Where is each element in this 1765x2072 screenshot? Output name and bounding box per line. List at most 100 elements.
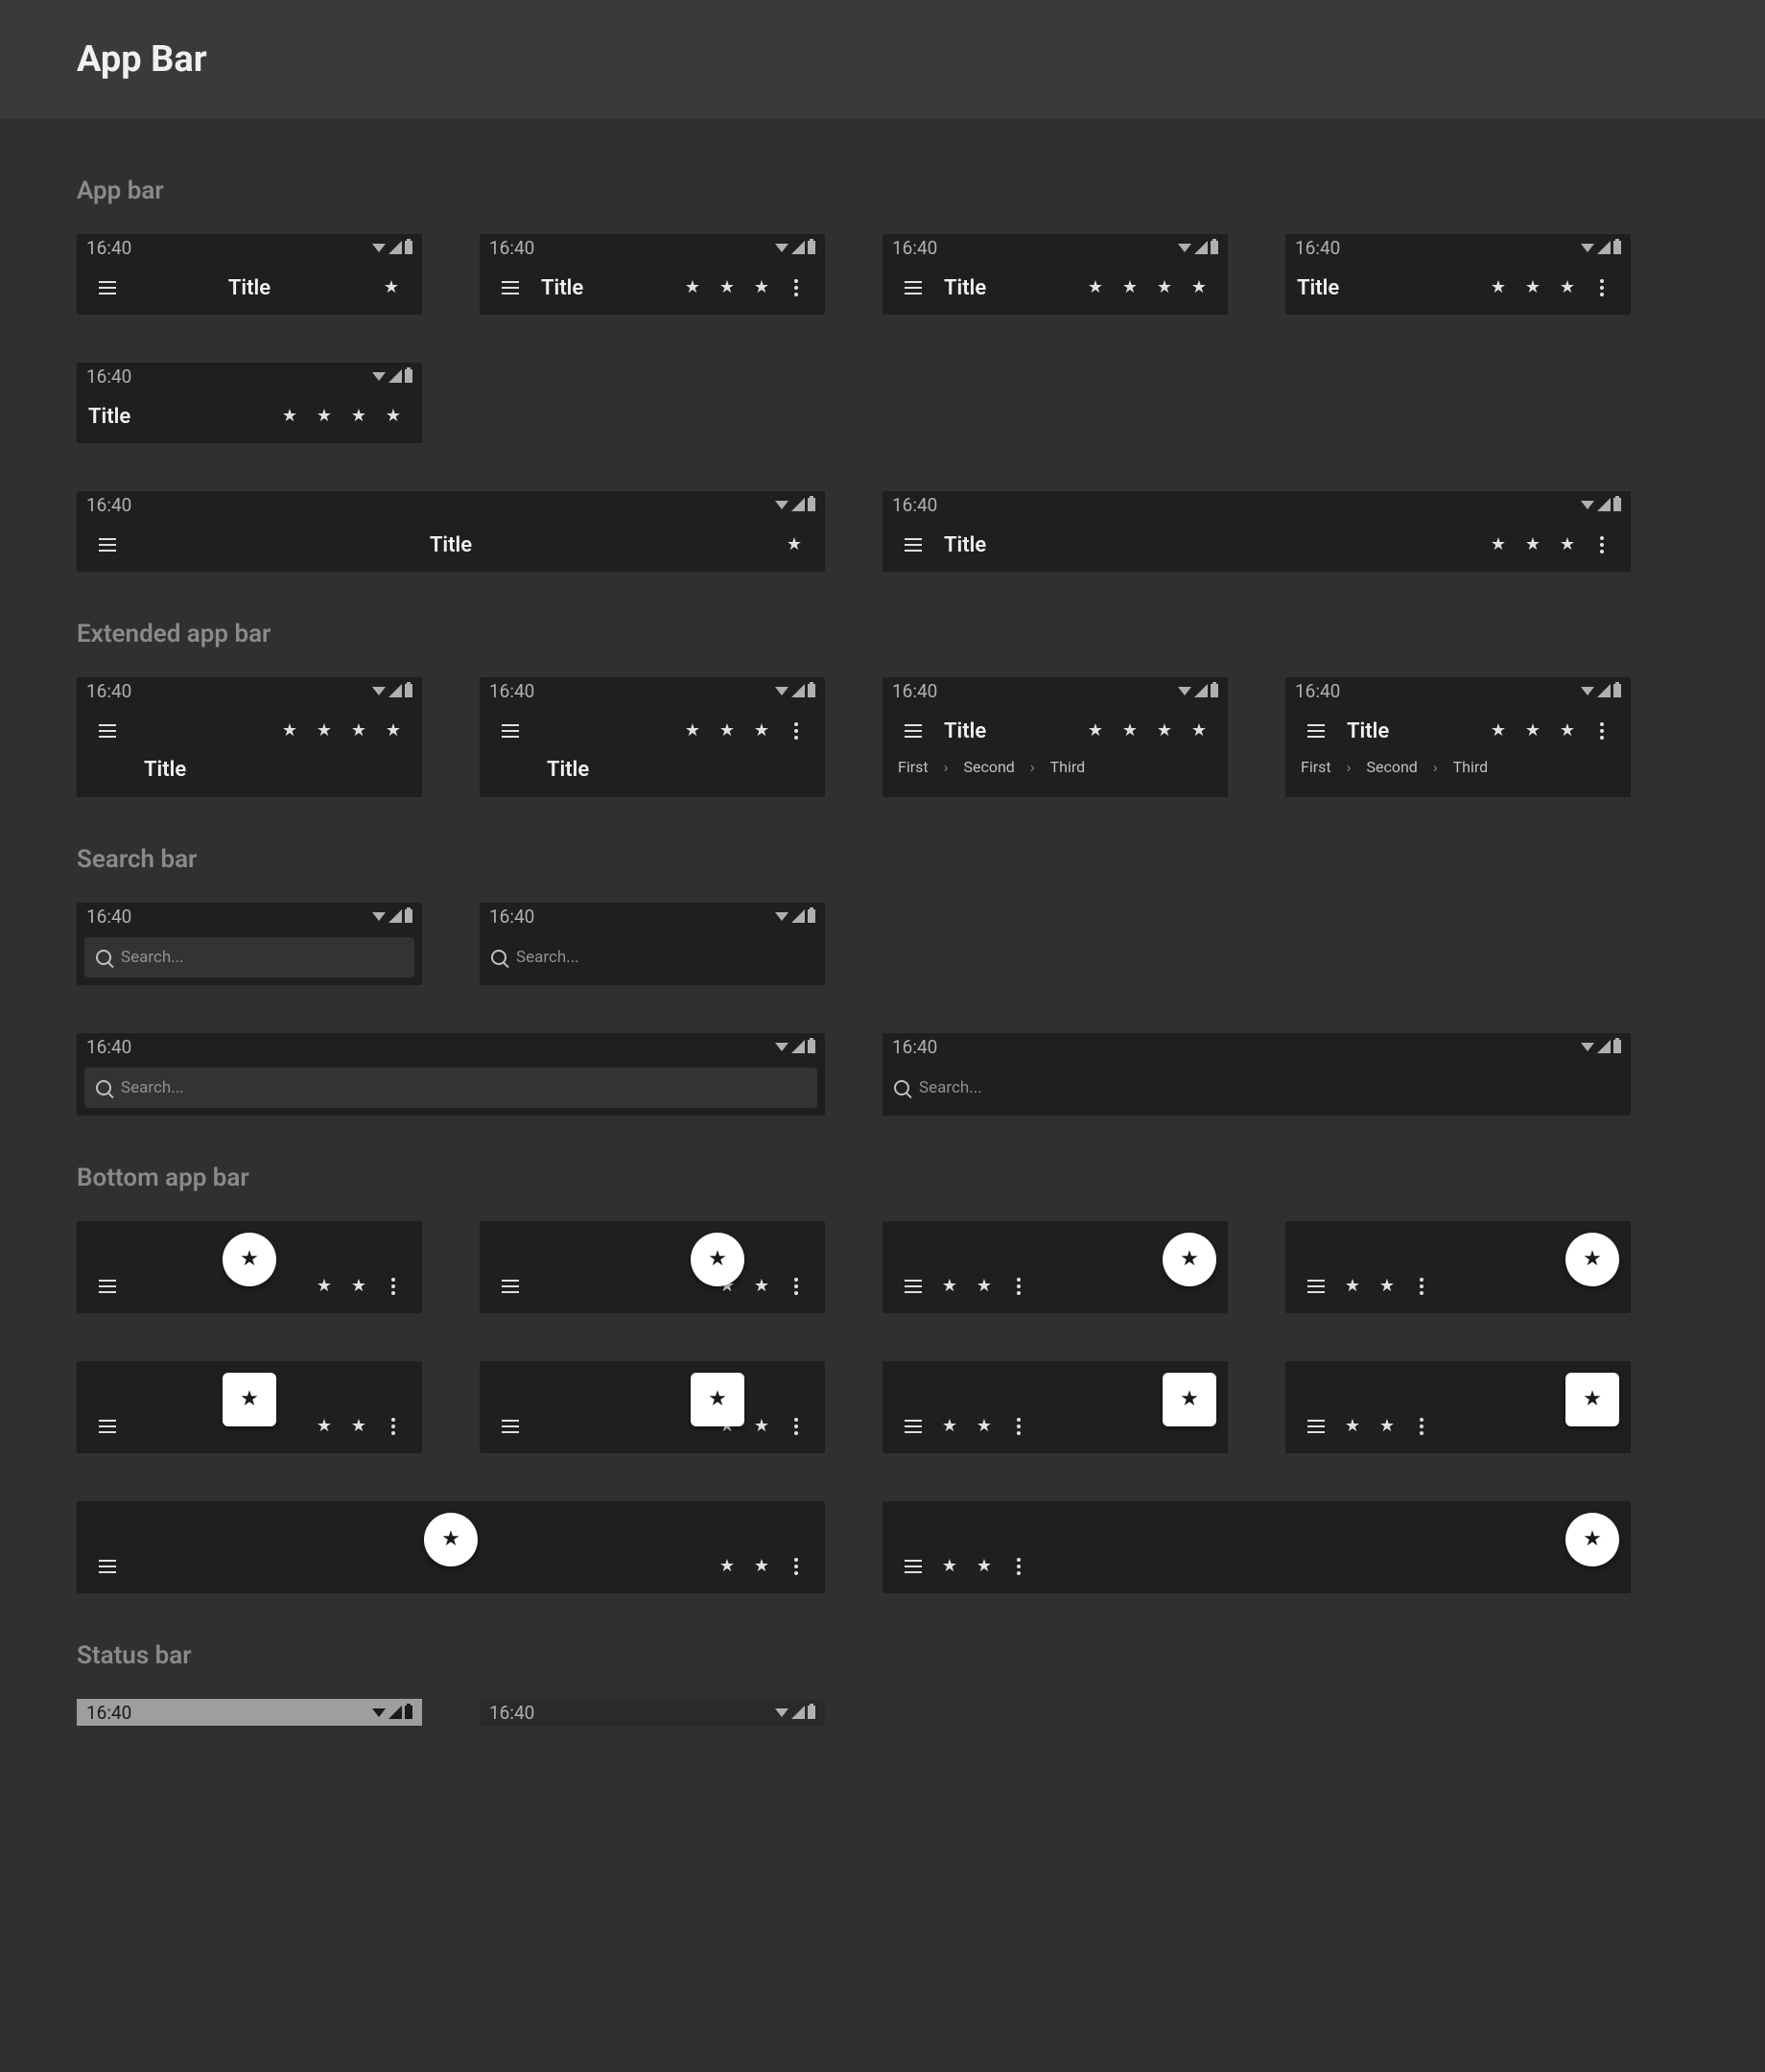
menu-button[interactable] bbox=[894, 712, 932, 750]
search-input[interactable]: Search... bbox=[84, 1068, 817, 1108]
menu-button[interactable] bbox=[491, 1407, 530, 1446]
more-button[interactable] bbox=[779, 1267, 813, 1306]
action-star-button[interactable]: ★ bbox=[967, 1407, 1001, 1446]
fab-button[interactable]: ★ bbox=[223, 1373, 276, 1426]
action-star-button[interactable]: ★ bbox=[744, 1407, 779, 1446]
fab-button[interactable]: ★ bbox=[1565, 1513, 1619, 1566]
tab-second[interactable]: Second bbox=[963, 758, 1014, 776]
action-star-button[interactable]: ★ bbox=[1516, 269, 1550, 307]
action-star-button[interactable]: ★ bbox=[1516, 712, 1550, 750]
action-star-button[interactable]: ★ bbox=[744, 1547, 779, 1586]
action-star-button[interactable]: ★ bbox=[341, 1267, 376, 1306]
fab-button[interactable]: ★ bbox=[1565, 1373, 1619, 1426]
menu-button[interactable] bbox=[88, 712, 127, 750]
fab-button[interactable]: ★ bbox=[424, 1513, 478, 1566]
fab-button[interactable]: ★ bbox=[1163, 1373, 1216, 1426]
action-star-button[interactable]: ★ bbox=[272, 712, 307, 750]
tab-third[interactable]: Third bbox=[1453, 758, 1489, 776]
action-star-button[interactable]: ★ bbox=[1113, 269, 1147, 307]
action-star-button[interactable]: ★ bbox=[376, 712, 411, 750]
menu-button[interactable] bbox=[491, 269, 530, 307]
action-star-button[interactable]: ★ bbox=[1481, 712, 1516, 750]
menu-button[interactable] bbox=[88, 1267, 127, 1306]
action-star-button[interactable]: ★ bbox=[932, 1407, 967, 1446]
more-button[interactable] bbox=[376, 1407, 411, 1446]
action-star-button[interactable]: ★ bbox=[744, 1267, 779, 1306]
fab-button[interactable]: ★ bbox=[691, 1233, 744, 1286]
action-star-button[interactable]: ★ bbox=[967, 1547, 1001, 1586]
more-button[interactable] bbox=[779, 269, 813, 307]
more-button[interactable] bbox=[779, 1407, 813, 1446]
action-star-button[interactable]: ★ bbox=[1182, 712, 1216, 750]
menu-button[interactable] bbox=[894, 1267, 932, 1306]
action-star-button[interactable]: ★ bbox=[1516, 526, 1550, 564]
action-star-button[interactable]: ★ bbox=[710, 269, 744, 307]
action-star-button[interactable]: ★ bbox=[272, 397, 307, 436]
more-button[interactable] bbox=[1404, 1267, 1439, 1306]
action-star-button[interactable]: ★ bbox=[1550, 526, 1585, 564]
action-star-button[interactable]: ★ bbox=[341, 712, 376, 750]
more-button[interactable] bbox=[1001, 1407, 1036, 1446]
action-star-button[interactable]: ★ bbox=[967, 1267, 1001, 1306]
action-star-button[interactable]: ★ bbox=[1550, 712, 1585, 750]
tab-first[interactable]: First bbox=[898, 758, 929, 776]
menu-button[interactable] bbox=[894, 526, 932, 564]
menu-button[interactable] bbox=[1297, 712, 1335, 750]
action-star-button[interactable]: ★ bbox=[744, 269, 779, 307]
search-input[interactable]: Search... bbox=[84, 937, 414, 977]
more-button[interactable] bbox=[779, 1547, 813, 1586]
action-star-button[interactable]: ★ bbox=[1481, 526, 1516, 564]
fab-button[interactable]: ★ bbox=[691, 1373, 744, 1426]
tab-first[interactable]: First bbox=[1301, 758, 1331, 776]
menu-button[interactable] bbox=[88, 1407, 127, 1446]
fab-button[interactable]: ★ bbox=[223, 1233, 276, 1286]
action-star-button[interactable]: ★ bbox=[1335, 1407, 1370, 1446]
menu-button[interactable] bbox=[894, 269, 932, 307]
action-star-button[interactable]: ★ bbox=[775, 526, 813, 564]
menu-button[interactable] bbox=[894, 1407, 932, 1446]
action-star-button[interactable]: ★ bbox=[1335, 1267, 1370, 1306]
action-star-button[interactable]: ★ bbox=[307, 712, 341, 750]
menu-button[interactable] bbox=[491, 712, 530, 750]
action-star-button[interactable]: ★ bbox=[372, 269, 411, 307]
action-star-button[interactable]: ★ bbox=[376, 397, 411, 436]
more-button[interactable] bbox=[1001, 1267, 1036, 1306]
action-star-button[interactable]: ★ bbox=[1078, 712, 1113, 750]
action-star-button[interactable]: ★ bbox=[307, 1267, 341, 1306]
action-star-button[interactable]: ★ bbox=[710, 1547, 744, 1586]
menu-button[interactable] bbox=[894, 1547, 932, 1586]
action-star-button[interactable]: ★ bbox=[1113, 712, 1147, 750]
action-star-button[interactable]: ★ bbox=[932, 1547, 967, 1586]
action-star-button[interactable]: ★ bbox=[341, 1407, 376, 1446]
menu-button[interactable] bbox=[491, 1267, 530, 1306]
action-star-button[interactable]: ★ bbox=[307, 1407, 341, 1446]
more-button[interactable] bbox=[1585, 526, 1619, 564]
fab-button[interactable]: ★ bbox=[1565, 1233, 1619, 1286]
action-star-button[interactable]: ★ bbox=[744, 712, 779, 750]
action-star-button[interactable]: ★ bbox=[1147, 712, 1182, 750]
more-button[interactable] bbox=[1404, 1407, 1439, 1446]
fab-button[interactable]: ★ bbox=[1163, 1233, 1216, 1286]
menu-button[interactable] bbox=[1297, 1267, 1335, 1306]
menu-button[interactable] bbox=[88, 526, 127, 564]
menu-button[interactable] bbox=[1297, 1407, 1335, 1446]
action-star-button[interactable]: ★ bbox=[1370, 1267, 1404, 1306]
action-star-button[interactable]: ★ bbox=[1078, 269, 1113, 307]
menu-button[interactable] bbox=[88, 1547, 127, 1586]
action-star-button[interactable]: ★ bbox=[1182, 269, 1216, 307]
action-star-button[interactable]: ★ bbox=[932, 1267, 967, 1306]
tab-second[interactable]: Second bbox=[1366, 758, 1417, 776]
action-star-button[interactable]: ★ bbox=[341, 397, 376, 436]
action-star-button[interactable]: ★ bbox=[1481, 269, 1516, 307]
action-star-button[interactable]: ★ bbox=[1147, 269, 1182, 307]
more-button[interactable] bbox=[376, 1267, 411, 1306]
menu-button[interactable] bbox=[88, 269, 127, 307]
action-star-button[interactable]: ★ bbox=[1370, 1407, 1404, 1446]
search-input[interactable]: Search... bbox=[487, 937, 817, 977]
more-button[interactable] bbox=[779, 712, 813, 750]
action-star-button[interactable]: ★ bbox=[675, 269, 710, 307]
more-button[interactable] bbox=[1585, 269, 1619, 307]
action-star-button[interactable]: ★ bbox=[675, 712, 710, 750]
more-button[interactable] bbox=[1585, 712, 1619, 750]
tab-third[interactable]: Third bbox=[1050, 758, 1086, 776]
